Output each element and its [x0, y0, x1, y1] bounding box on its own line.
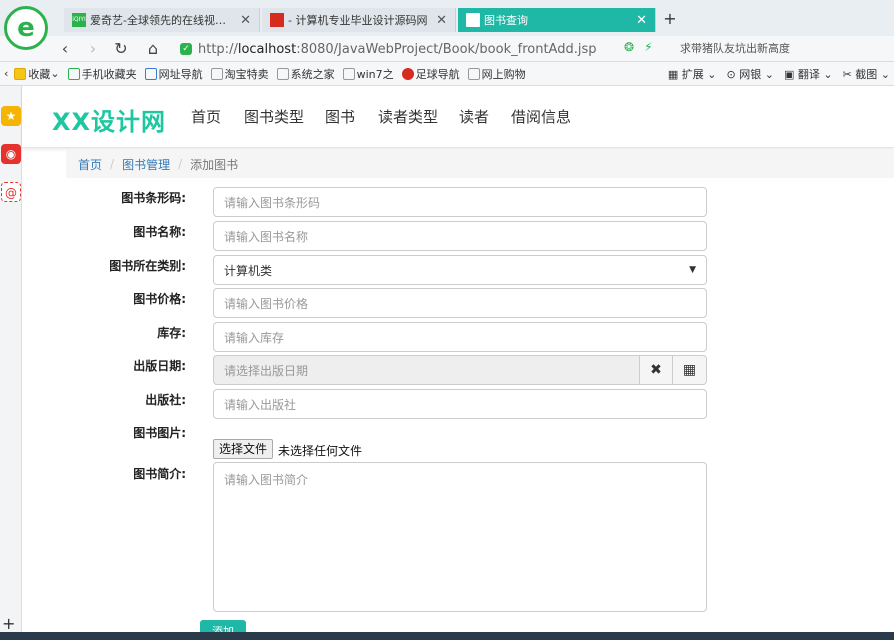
tab-iqiyi[interactable]: iQIYI 爱奇艺-全球领先的在线视频网站 ✕: [64, 8, 260, 32]
publish-date-picker: 请选择出版日期 ✖ ▦: [213, 355, 707, 385]
bookmark-shopping[interactable]: 网上购物: [467, 66, 526, 82]
translate-button[interactable]: ▣ 翻译 ⌄: [784, 66, 833, 82]
publish-date-label: 出版日期:: [133, 359, 186, 373]
extensions-button[interactable]: ▦ 扩展 ⌄: [668, 66, 717, 82]
browser-side-toolbar: ★ ◉ @: [0, 86, 22, 640]
football-icon: [401, 67, 414, 80]
publish-date-input[interactable]: 请选择出版日期: [213, 355, 639, 385]
screenshot-button[interactable]: ✂ 截图 ⌄: [843, 66, 890, 82]
bookmark-mobile[interactable]: 手机收藏夹: [67, 66, 137, 82]
refresh-circle-icon[interactable]: ❂: [624, 40, 634, 54]
site-favicon-icon: [270, 13, 284, 27]
close-icon[interactable]: ✕: [636, 13, 647, 28]
intro-textarea[interactable]: 请输入图书简介: [213, 462, 707, 612]
category-label: 图书所在类别:: [109, 259, 186, 273]
weibo-icon[interactable]: ◉: [1, 144, 21, 164]
url-path: :8080/JavaWebProject/Book/book_frontAdd.…: [296, 41, 597, 57]
bookmark-system[interactable]: 系统之家: [276, 66, 335, 82]
tab-book-query[interactable]: 图书查询 ✕: [458, 8, 656, 32]
close-icon[interactable]: ✕: [436, 13, 447, 28]
star-icon: [14, 67, 27, 80]
url-input[interactable]: ✓ http://localhost:8080/JavaWebProject/B…: [180, 38, 664, 60]
tab-title: 图书查询: [484, 14, 528, 27]
bank-button[interactable]: ⊙ 网银 ⌄: [727, 66, 774, 82]
page-icon: [144, 67, 157, 80]
home-button[interactable]: ⌂: [142, 38, 164, 60]
star-icon[interactable]: ★: [1, 106, 21, 126]
search-suggestion[interactable]: 求带猪队友坑出新高度: [680, 40, 790, 56]
breadcrumb-separator: /: [178, 157, 183, 171]
reload-button[interactable]: ↻: [110, 38, 132, 60]
bookmark-nav[interactable]: 网址导航: [144, 66, 203, 82]
nav-books[interactable]: 图书: [325, 106, 355, 127]
url-scheme: http://: [198, 41, 238, 57]
browser-tab-bar: iQIYI 爱奇艺-全球领先的在线视频网站 ✕ - 计算机专业毕业设计源码网 ✕…: [0, 0, 894, 36]
nav-borrow-info[interactable]: 借阅信息: [511, 106, 571, 127]
lightning-icon[interactable]: ⚡: [644, 40, 652, 54]
breadcrumb-current: 添加图书: [190, 157, 239, 172]
site-brand[interactable]: XX设计网: [52, 102, 166, 137]
file-status: 未选择任何文件: [278, 444, 363, 458]
bookmark-win7[interactable]: win7之: [342, 66, 394, 82]
tab-title: 爱奇艺-全球领先的在线视频网站: [90, 14, 235, 27]
site-navbar: XX设计网 首页 图书类型 图书 读者类型 读者 借阅信息: [22, 86, 894, 148]
close-icon: ✖: [650, 362, 662, 378]
nav-readers[interactable]: 读者: [459, 106, 489, 127]
breadcrumb-separator: /: [110, 157, 115, 171]
web-page: XX设计网 首页 图书类型 图书 读者类型 读者 借阅信息 首页 / 图书管理 …: [22, 86, 894, 640]
intro-label: 图书简介:: [133, 467, 186, 481]
add-sidebar-icon[interactable]: +: [2, 614, 15, 633]
barcode-label: 图书条形码:: [121, 191, 186, 205]
calendar-icon: ▦: [682, 362, 697, 378]
os-taskbar: [0, 632, 894, 640]
caret-down-icon: ▼: [689, 265, 696, 275]
breadcrumb: 首页 / 图书管理 / 添加图书: [66, 150, 894, 178]
price-input[interactable]: 请输入图书价格: [213, 288, 707, 318]
new-tab-button[interactable]: +: [660, 8, 680, 30]
price-label: 图书价格:: [133, 292, 186, 306]
category-selected-value: 计算机类: [224, 263, 273, 278]
nav-book-types[interactable]: 图书类型: [244, 106, 304, 127]
calendar-button[interactable]: ▦: [673, 355, 707, 385]
category-select[interactable]: 计算机类 ▼: [213, 255, 707, 285]
bookmark-football[interactable]: 足球导航: [401, 66, 460, 82]
publisher-label: 出版社:: [145, 393, 186, 407]
tab-title: - 计算机专业毕业设计源码网: [288, 14, 428, 27]
nav-home[interactable]: 首页: [191, 106, 221, 127]
book-name-label: 图书名称:: [133, 225, 186, 239]
stock-label: 库存:: [157, 326, 186, 340]
close-icon[interactable]: ✕: [240, 13, 251, 28]
tab-source-site[interactable]: - 计算机专业毕业设计源码网 ✕: [262, 8, 456, 32]
bookmarks-bar: ‹ 收藏 ⌄ 手机收藏夹 网址导航 淘宝特卖 系统之家 win7之 足球导航 网…: [0, 62, 894, 86]
clear-date-button[interactable]: ✖: [639, 355, 673, 385]
shield-icon: ✓: [180, 43, 192, 55]
document-icon: [466, 13, 480, 27]
bookmark-taobao[interactable]: 淘宝特卖: [210, 66, 269, 82]
page-icon: [342, 67, 355, 80]
barcode-input[interactable]: 请输入图书条形码: [213, 187, 707, 217]
stock-input[interactable]: 请输入库存: [213, 322, 707, 352]
nav-reader-types[interactable]: 读者类型: [378, 106, 438, 127]
chevron-left-icon[interactable]: ‹: [4, 67, 8, 80]
bookmarks-right-tools: ▦ 扩展 ⌄ ⊙ 网银 ⌄ ▣ 翻译 ⌄ ✂ 截图 ⌄: [668, 62, 890, 86]
phone-icon: [67, 67, 80, 80]
book-photo-label: 图书图片:: [133, 426, 186, 440]
breadcrumb-home[interactable]: 首页: [78, 156, 102, 173]
forward-button[interactable]: ›: [82, 38, 104, 60]
bookmark-favorites[interactable]: 收藏 ⌄: [14, 66, 60, 82]
page-icon: [276, 67, 289, 80]
back-button[interactable]: ‹: [54, 38, 76, 60]
publisher-input[interactable]: 请输入出版社: [213, 389, 707, 419]
mail-icon[interactable]: @: [1, 182, 21, 202]
choose-file-button[interactable]: 选择文件: [213, 439, 274, 459]
address-bar: ‹ › ↻ ⌂ ✓ http://localhost:8080/JavaWebP…: [0, 36, 894, 62]
page-icon: [210, 67, 223, 80]
book-name-input[interactable]: 请输入图书名称: [213, 221, 707, 251]
breadcrumb-book-management[interactable]: 图书管理: [122, 156, 170, 173]
url-host: localhost: [237, 41, 297, 57]
page-icon: [467, 67, 480, 80]
browser-logo-icon: e: [4, 6, 48, 50]
address-bar-icons: ❂ ⚡: [624, 40, 653, 54]
iqiyi-icon: iQIYI: [72, 13, 86, 27]
